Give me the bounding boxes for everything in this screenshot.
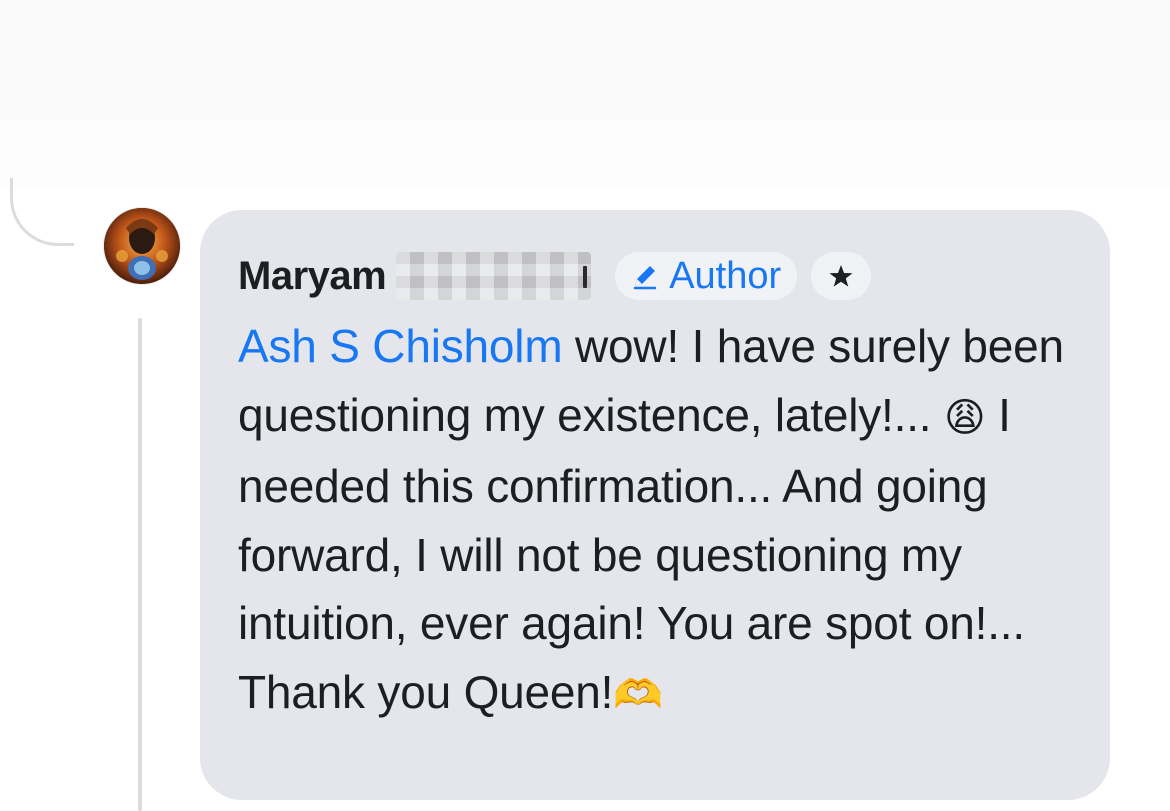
star-badge <box>811 252 872 300</box>
reply-thread-connector <box>10 178 74 246</box>
author-badge: Author <box>615 252 798 300</box>
reply-thread-line <box>138 318 142 811</box>
star-icon <box>829 265 853 287</box>
blurred-surname <box>396 252 592 300</box>
divider-area <box>0 120 1170 190</box>
heart-hands-emoji: 🫶 <box>613 671 663 718</box>
mention-link[interactable]: Ash S Chisholm <box>238 320 563 372</box>
avatar-image <box>104 208 180 284</box>
avatar[interactable] <box>104 208 180 284</box>
comment-header: Maryam Author <box>238 250 872 302</box>
author-badge-label: Author <box>669 254 782 297</box>
pencil-icon <box>633 266 657 290</box>
author-name[interactable]: Maryam <box>238 254 387 299</box>
weary-face-emoji: 😩 <box>943 394 986 441</box>
comment-bubble: Maryam Author Ash S Chisholm wow! I have… <box>200 210 1110 800</box>
top-area <box>0 0 1170 120</box>
comment-text: Ash S Chisholm wow! I have surely been q… <box>238 312 1088 729</box>
